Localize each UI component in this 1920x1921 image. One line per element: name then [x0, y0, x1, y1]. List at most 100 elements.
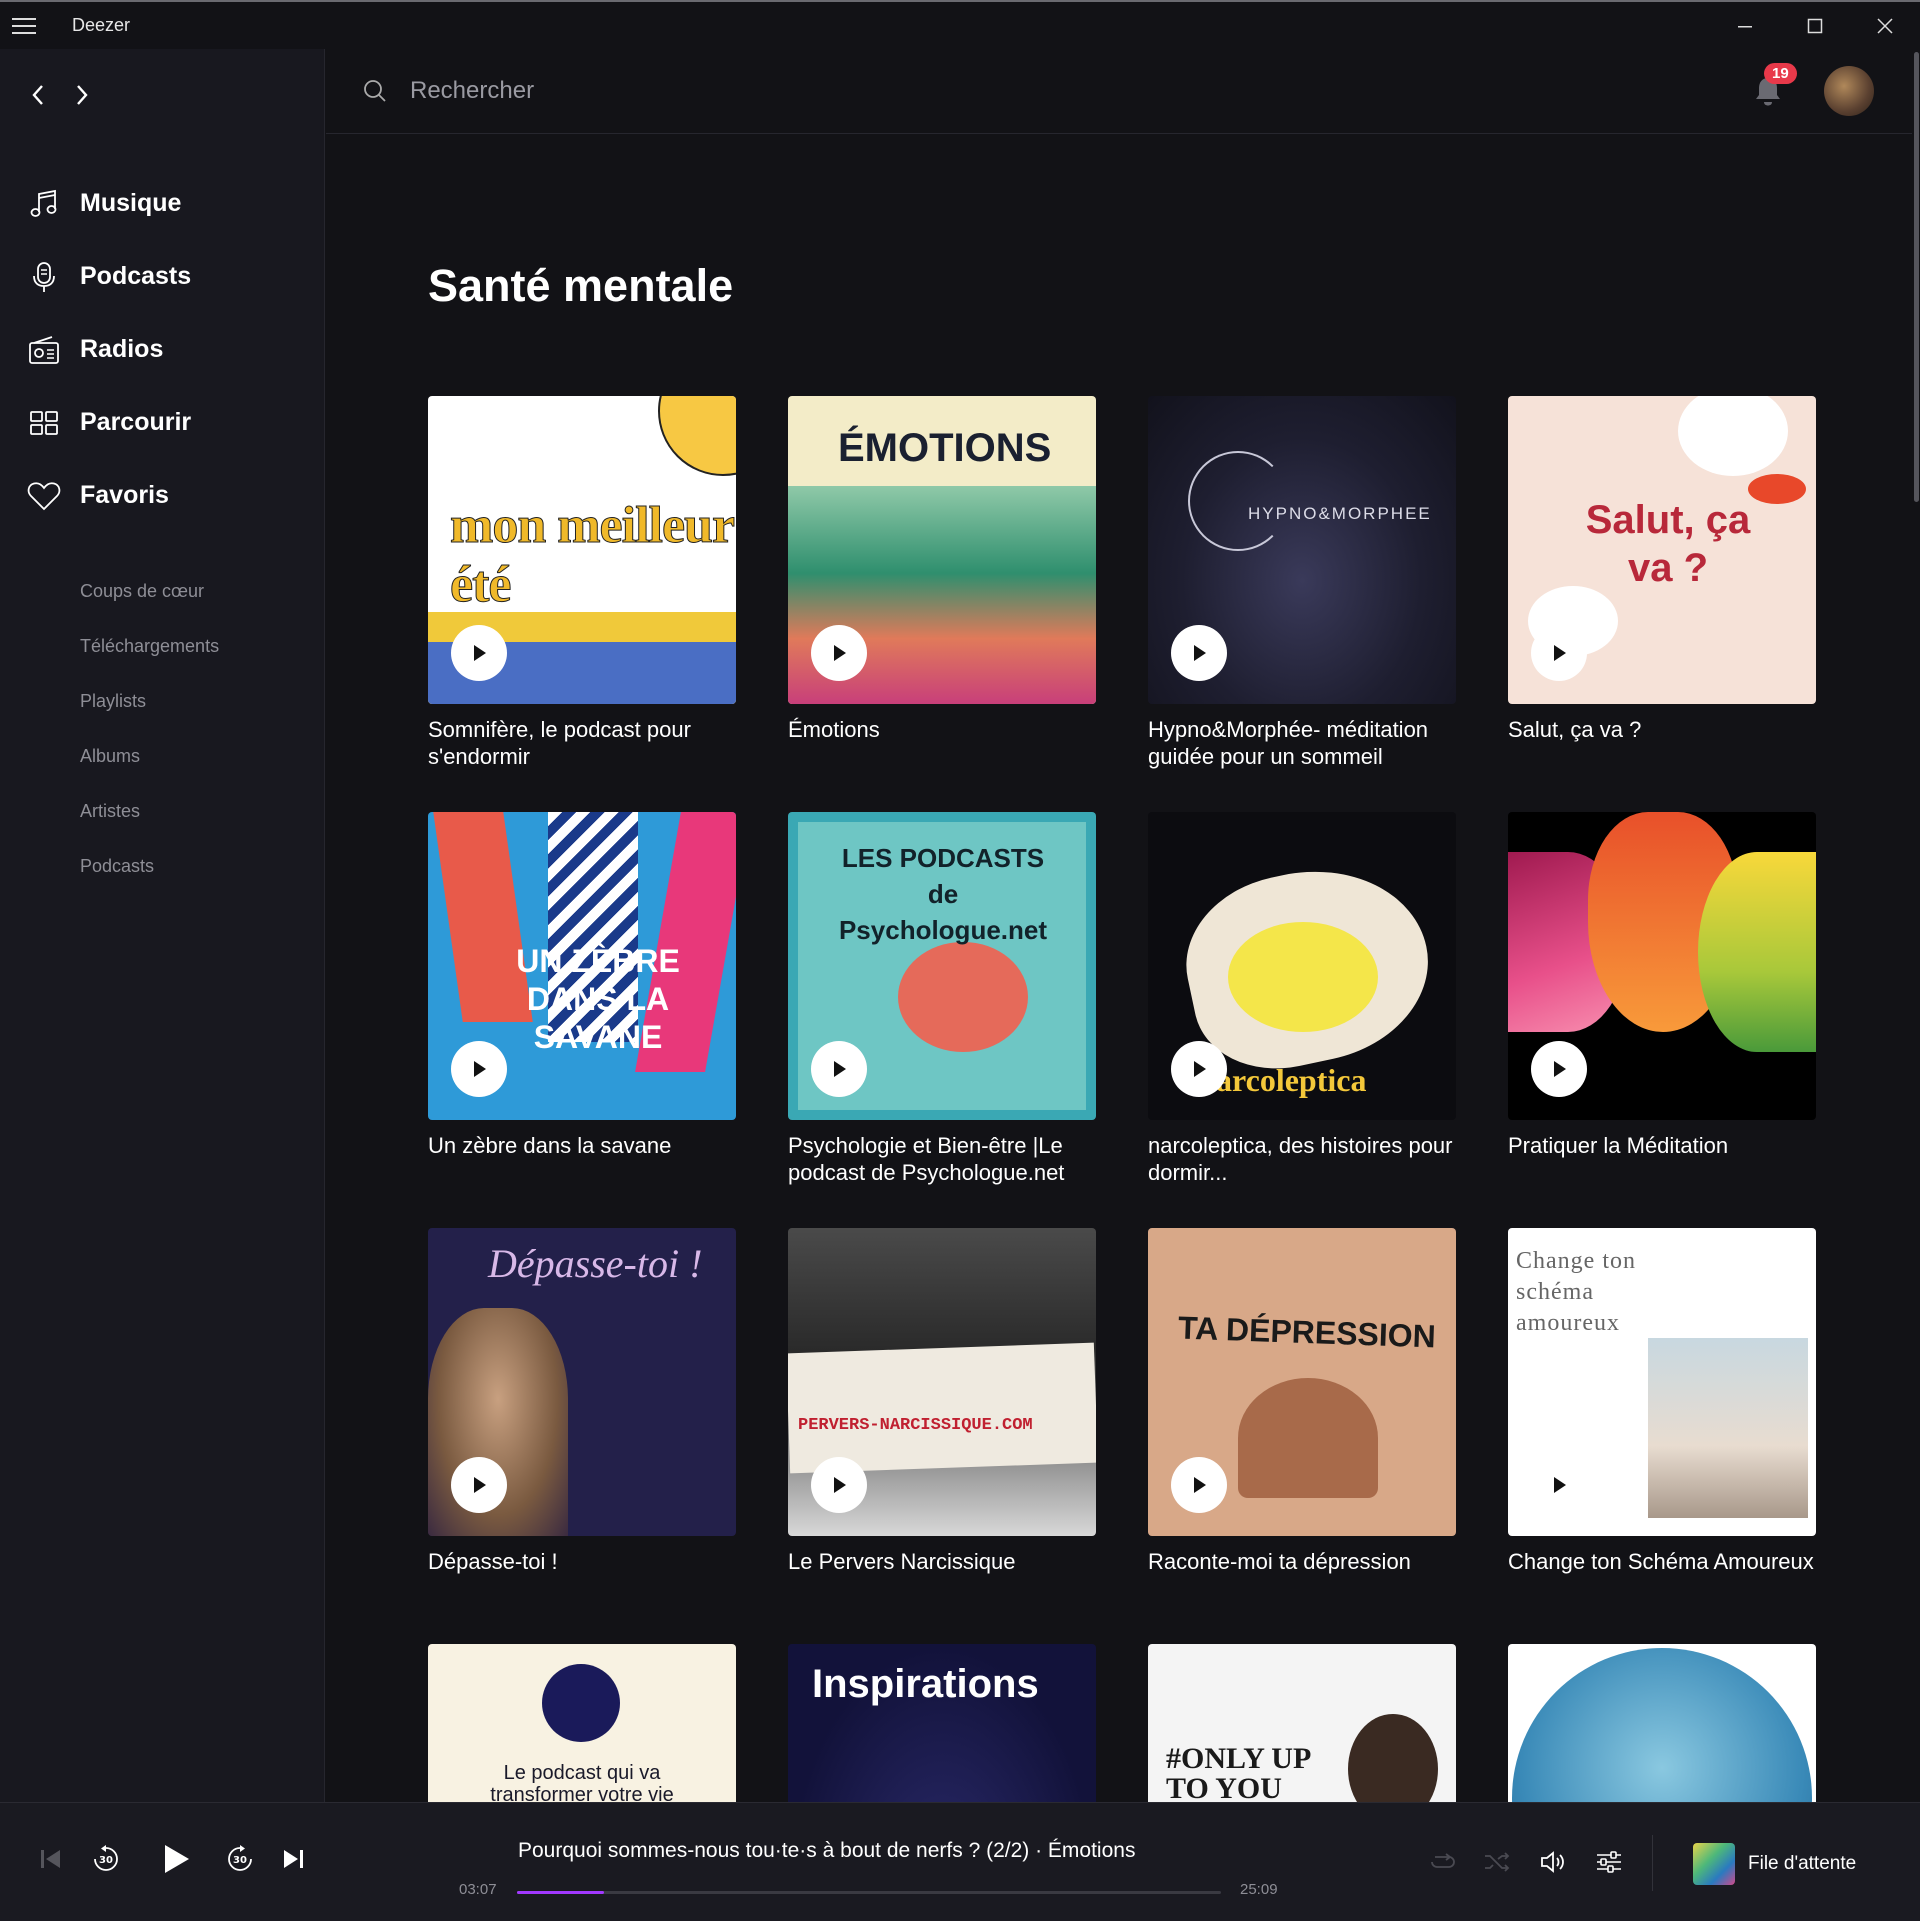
- top-bar: 19: [326, 49, 1920, 134]
- podcast-title[interactable]: Salut, ça va ?: [1508, 716, 1816, 743]
- podcast-cover[interactable]: TA DÉPRESSION: [1148, 1228, 1456, 1536]
- window-title: Deezer: [72, 15, 131, 35]
- skip-next-button[interactable]: [280, 1845, 308, 1873]
- current-time: 03:07: [459, 1881, 497, 1898]
- progress-bar[interactable]: [517, 1891, 1221, 1894]
- podcast-title[interactable]: Change ton Schéma Amoureux: [1508, 1548, 1816, 1575]
- podcast-title[interactable]: Somnifère, le podcast pour s'endormir: [428, 716, 736, 770]
- podcast-card[interactable]: PERVERS-NARCISSIQUE.COM Le Pervers Narci…: [788, 1228, 1096, 1575]
- repeat-button[interactable]: [1428, 1847, 1458, 1877]
- podcast-card[interactable]: mon meilleur été Somnifère, le podcast p…: [428, 396, 736, 770]
- user-avatar[interactable]: [1824, 66, 1874, 116]
- podcast-card[interactable]: HYPNO&MORPHEE Hypno&Morphée- méditation …: [1148, 396, 1456, 770]
- podcast-card[interactable]: Pratiquer la Méditation: [1508, 812, 1816, 1159]
- podcast-cover[interactable]: ÉMOTIONS: [788, 396, 1096, 704]
- hamburger-menu-icon[interactable]: [0, 2, 48, 49]
- play-button[interactable]: [811, 625, 867, 681]
- search-icon[interactable]: [360, 76, 390, 106]
- podcast-title[interactable]: Dépasse-toi !: [428, 1548, 736, 1575]
- podcast-cover[interactable]: LES PODCASTS de Psychologue.net: [788, 812, 1096, 1120]
- podcast-card[interactable]: Dépasse-toi ! Dépasse-toi !: [428, 1228, 736, 1575]
- play-pause-button[interactable]: [156, 1839, 196, 1879]
- play-icon: [1554, 645, 1566, 661]
- sidebar-sub-telechargements[interactable]: Téléchargements: [0, 619, 324, 674]
- sidebar-sub-albums[interactable]: Albums: [0, 729, 324, 784]
- podcast-cover[interactable]: UN ZÈBRE DANS LA SAVANE: [428, 812, 736, 1120]
- sidebar-sub-artistes[interactable]: Artistes: [0, 784, 324, 839]
- podcast-card[interactable]: #ONLY UP TO YOU: [1148, 1644, 1456, 1802]
- queue-thumbnail[interactable]: [1693, 1843, 1735, 1885]
- sidebar-item-radios[interactable]: Radios: [0, 313, 324, 386]
- sidebar-item-parcourir[interactable]: Parcourir: [0, 386, 324, 459]
- shuffle-button[interactable]: [1482, 1847, 1512, 1877]
- podcast-card[interactable]: UN ZÈBRE DANS LA SAVANE Un zèbre dans la…: [428, 812, 736, 1159]
- equalizer-settings-button[interactable]: [1594, 1847, 1624, 1877]
- podcast-title[interactable]: Le Pervers Narcissique: [788, 1548, 1096, 1575]
- play-button[interactable]: [1531, 1041, 1587, 1097]
- podcast-card[interactable]: Change ton schéma amoureux Change ton Sc…: [1508, 1228, 1816, 1575]
- forward-arrow-icon[interactable]: [68, 81, 96, 109]
- podcast-title[interactable]: Raconte-moi ta dépression: [1148, 1548, 1456, 1575]
- maximize-button[interactable]: [1780, 2, 1850, 49]
- scrollbar-thumb[interactable]: [1914, 52, 1919, 502]
- podcast-title[interactable]: Émotions: [788, 716, 1096, 743]
- podcast-card[interactable]: Le podcast qui va transformer votre vie: [428, 1644, 736, 1802]
- queue-button[interactable]: File d'attente: [1748, 1853, 1856, 1875]
- podcast-cover[interactable]: Dépasse-toi !: [428, 1228, 736, 1536]
- podcast-card[interactable]: LES PODCASTS de Psychologue.net Psycholo…: [788, 812, 1096, 1186]
- notifications-button[interactable]: 19: [1748, 63, 1797, 111]
- podcast-cover[interactable]: [1508, 1644, 1816, 1802]
- forward-30-button[interactable]: 30: [224, 1843, 256, 1875]
- sidebar-item-musique[interactable]: Musique: [0, 167, 324, 240]
- back-arrow-icon[interactable]: [24, 81, 52, 109]
- podcast-card[interactable]: ÉMOTIONS Émotions: [788, 396, 1096, 743]
- play-button[interactable]: [451, 1457, 507, 1513]
- play-button[interactable]: [811, 1457, 867, 1513]
- minimize-button[interactable]: [1710, 2, 1780, 49]
- volume-button[interactable]: [1538, 1847, 1568, 1877]
- cover-text: Salut, ça va ?: [1585, 498, 1751, 590]
- podcast-title[interactable]: Un zèbre dans la savane: [428, 1132, 736, 1159]
- play-button[interactable]: [451, 1041, 507, 1097]
- podcast-card[interactable]: Inspirations: [788, 1644, 1096, 1802]
- podcast-cover[interactable]: arcoleptica: [1148, 812, 1456, 1120]
- favorites-subnav: Coups de cœur Téléchargements Playlists …: [0, 564, 324, 894]
- podcast-cover[interactable]: Change ton schéma amoureux: [1508, 1228, 1816, 1536]
- skip-previous-button[interactable]: [36, 1845, 64, 1873]
- close-window-button[interactable]: [1850, 2, 1920, 49]
- podcast-cover[interactable]: PERVERS-NARCISSIQUE.COM: [788, 1228, 1096, 1536]
- search-input[interactable]: [410, 77, 1210, 105]
- sidebar-sub-coups-de-coeur[interactable]: Coups de cœur: [0, 564, 324, 619]
- play-button[interactable]: [811, 1041, 867, 1097]
- podcast-title[interactable]: Pratiquer la Méditation: [1508, 1132, 1816, 1159]
- podcast-card[interactable]: arcoleptica narcoleptica, des histoires …: [1148, 812, 1456, 1186]
- play-button[interactable]: [1171, 625, 1227, 681]
- podcast-title[interactable]: Psychologie et Bien-être |Le podcast de …: [788, 1132, 1096, 1186]
- podcast-cover[interactable]: mon meilleur été: [428, 396, 736, 704]
- podcast-cover[interactable]: Salut, ça va ?: [1508, 396, 1816, 704]
- sidebar-item-favoris[interactable]: Favoris: [0, 459, 324, 532]
- podcast-card[interactable]: TA DÉPRESSION Raconte-moi ta dépression: [1148, 1228, 1456, 1575]
- podcast-title[interactable]: Hypno&Morphée- méditation guidée pour un…: [1148, 716, 1456, 770]
- play-button[interactable]: [1171, 1041, 1227, 1097]
- sidebar-item-podcasts[interactable]: Podcasts: [0, 240, 324, 313]
- sidebar-sub-podcasts[interactable]: Podcasts: [0, 839, 324, 894]
- podcast-card[interactable]: [1508, 1644, 1816, 1802]
- sidebar-sub-playlists[interactable]: Playlists: [0, 674, 324, 729]
- play-button[interactable]: [451, 625, 507, 681]
- total-time: 25:09: [1240, 1881, 1278, 1898]
- podcast-cover[interactable]: HYPNO&MORPHEE: [1148, 396, 1456, 704]
- play-button[interactable]: [1531, 1457, 1587, 1513]
- podcast-title[interactable]: narcoleptica, des histoires pour dormir.…: [1148, 1132, 1456, 1186]
- play-button[interactable]: [1531, 625, 1587, 681]
- play-icon: [1194, 645, 1206, 661]
- podcast-cover[interactable]: #ONLY UP TO YOU: [1148, 1644, 1456, 1802]
- sidebar-item-label: Favoris: [80, 481, 169, 509]
- play-button[interactable]: [1171, 1457, 1227, 1513]
- podcast-cover[interactable]: Inspirations: [788, 1644, 1096, 1802]
- podcast-cover[interactable]: [1508, 812, 1816, 1120]
- podcast-cover[interactable]: Le podcast qui va transformer votre vie: [428, 1644, 736, 1802]
- now-playing-title[interactable]: Pourquoi sommes-nous tou·te·s à bout de …: [518, 1839, 1135, 1863]
- podcast-card[interactable]: Salut, ça va ? Salut, ça va ?: [1508, 396, 1816, 743]
- rewind-30-button[interactable]: 30: [90, 1843, 122, 1875]
